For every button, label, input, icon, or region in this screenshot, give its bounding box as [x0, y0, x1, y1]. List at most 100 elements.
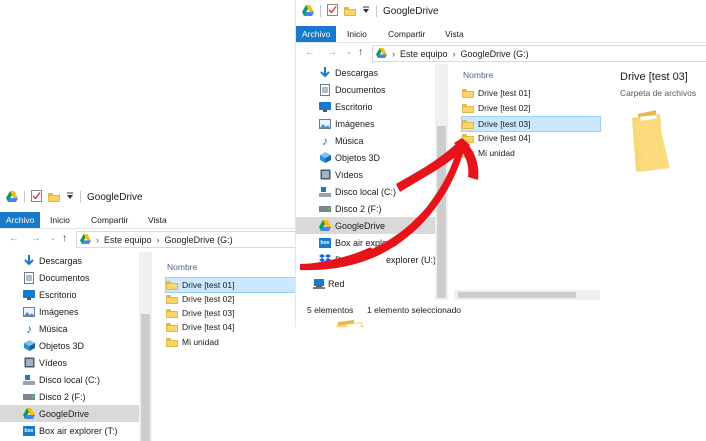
nav-item-musica[interactable]: ♪ Música — [0, 320, 139, 337]
breadcrumb-separator: › — [156, 234, 160, 245]
tab-compartir[interactable]: Compartir — [91, 212, 128, 228]
recent-locations-icon[interactable]: ⌄ — [50, 230, 56, 248]
breadcrumb-este-equipo[interactable]: Este equipo — [104, 235, 152, 245]
tab-inicio[interactable]: Inicio — [50, 212, 70, 228]
pictures-icon — [23, 306, 35, 318]
back-button[interactable]: ← — [305, 44, 315, 62]
file-name: Mi unidad — [478, 148, 515, 158]
file-item[interactable]: Drive [test 03] — [166, 306, 234, 320]
breadcrumb-googledrive[interactable]: GoogleDrive (G:) — [165, 235, 233, 245]
network-icon — [313, 278, 325, 290]
file-item[interactable]: Drive [test 03] — [461, 116, 601, 132]
forward-button[interactable]: → — [31, 230, 41, 248]
breadcrumb-separator: › — [452, 48, 456, 59]
nav-item-videos[interactable]: Vídeos — [296, 166, 435, 183]
folder-icon — [462, 133, 474, 143]
file-item[interactable]: Mi unidad — [462, 146, 515, 160]
forward-button[interactable]: → — [327, 44, 337, 62]
up-button[interactable]: ↑ — [358, 44, 363, 62]
file-item[interactable]: Drive [test 04] — [462, 131, 530, 145]
pictures-icon — [319, 118, 331, 130]
box-icon: box — [319, 237, 331, 248]
column-header-nombre[interactable]: Nombre — [463, 70, 493, 80]
file-item[interactable]: Drive [test 01] — [462, 86, 530, 100]
nav-pane-scrollbar[interactable] — [435, 64, 448, 300]
ribbon: Archivo Inicio Compartir Vista — [0, 212, 296, 229]
back-button[interactable]: ← — [9, 230, 19, 248]
nav-item-label: Documentos — [335, 84, 386, 95]
breadcrumb-este-equipo[interactable]: Este equipo — [400, 49, 448, 59]
music-icon: ♪ — [26, 321, 32, 336]
properties-icon[interactable] — [31, 190, 42, 204]
customize-toolbar-icon[interactable] — [66, 192, 74, 202]
nav-item-disco-local[interactable]: Disco local (C:) — [0, 371, 139, 388]
nav-item-escritorio[interactable]: Escritorio — [296, 98, 435, 115]
tab-vista[interactable]: Vista — [148, 212, 167, 228]
file-item[interactable]: Mi unidad — [166, 335, 219, 349]
nav-pane-scrollbar[interactable] — [139, 252, 152, 441]
file-name: Mi unidad — [182, 337, 219, 347]
file-item[interactable]: Drive [test 02] — [462, 101, 530, 115]
nav-item-objetos-3d[interactable]: Objetos 3D — [296, 149, 435, 166]
nav-item-documentos[interactable]: Documentos — [296, 81, 435, 98]
new-folder-icon[interactable] — [48, 192, 60, 202]
nav-item-disco-2[interactable]: Disco 2 (F:) — [296, 200, 435, 217]
new-folder-icon[interactable] — [344, 6, 356, 16]
explorer-window-back: GoogleDrive Archivo Inicio Compartir Vis… — [0, 186, 296, 441]
nav-item-descargas[interactable]: Descargas — [0, 252, 139, 269]
recent-locations-icon[interactable]: ⌄ — [346, 44, 352, 62]
up-button[interactable]: ↑ — [62, 230, 67, 248]
nav-item-escritorio[interactable]: Escritorio — [0, 286, 139, 303]
file-item[interactable]: Drive [test 02] — [166, 292, 234, 306]
tab-compartir[interactable]: Compartir — [388, 26, 425, 42]
nav-item-documentos[interactable]: Documentos — [0, 269, 139, 286]
nav-item-label: GoogleDrive — [335, 220, 386, 231]
address-bar[interactable]: › Este equipo › GoogleDrive (G:) — [372, 45, 706, 62]
file-list-h-scrollbar[interactable] — [454, 290, 600, 300]
properties-icon[interactable] — [327, 4, 338, 18]
preview-title: Drive [test 03] — [620, 71, 688, 83]
tab-archivo[interactable]: Archivo — [0, 212, 41, 228]
customize-toolbar-icon[interactable] — [362, 6, 370, 16]
nav-item-red[interactable]: Red — [296, 275, 435, 292]
nav-item-label-start: Drop — [335, 254, 355, 265]
nav-item-box[interactable]: box Box air explorer — [296, 234, 435, 251]
nav-item-musica[interactable]: ♪ Música — [296, 132, 435, 149]
google-drive-icon — [376, 47, 387, 60]
scrollbar-thumb[interactable] — [141, 314, 150, 441]
nav-item-disco-local[interactable]: Disco local (C:) — [296, 183, 435, 200]
file-item[interactable]: Drive [test 01] — [165, 277, 296, 293]
file-item[interactable]: Drive [test 04] — [166, 320, 234, 334]
local-disk-icon — [23, 374, 35, 386]
nav-item-box[interactable]: box Box air explorer (T:) — [0, 422, 139, 439]
scrollbar-thumb[interactable] — [437, 126, 446, 298]
videos-icon — [319, 169, 331, 181]
column-header-nombre[interactable]: Nombre — [167, 262, 197, 272]
dropbox-icon — [319, 254, 331, 266]
separator — [80, 191, 81, 203]
nav-item-disco-2[interactable]: Disco 2 (F:) — [0, 388, 139, 405]
address-bar[interactable]: › Este equipo › GoogleDrive (G:) — [76, 231, 296, 248]
nav-item-objetos-3d[interactable]: Objetos 3D — [0, 337, 139, 354]
google-drive-icon — [6, 190, 18, 204]
folder-drag-icon — [334, 318, 382, 327]
google-drive-icon — [23, 408, 35, 420]
nav-item-imagenes[interactable]: Imágenes — [0, 303, 139, 320]
nav-item-descargas[interactable]: Descargas — [296, 64, 435, 81]
tab-inicio[interactable]: Inicio — [347, 26, 367, 42]
tab-archivo[interactable]: Archivo — [296, 26, 337, 42]
file-name: Drive [test 04] — [182, 322, 235, 332]
folder-icon — [462, 119, 474, 129]
nav-item-googledrive[interactable]: GoogleDrive — [296, 217, 435, 234]
nav-item-videos[interactable]: Vídeos — [0, 354, 139, 371]
preview-subtitle: Carpeta de archivos — [620, 88, 697, 98]
folder-icon — [166, 308, 178, 318]
nav-item-label: Red — [328, 278, 345, 289]
nav-item-imagenes[interactable]: Imágenes — [296, 115, 435, 132]
tab-vista[interactable]: Vista — [445, 26, 464, 42]
download-icon — [23, 255, 35, 267]
scrollbar-thumb[interactable] — [458, 292, 576, 298]
nav-item-googledrive[interactable]: GoogleDrive — [0, 405, 139, 422]
breadcrumb-googledrive[interactable]: GoogleDrive (G:) — [461, 49, 529, 59]
nav-item-dropbox[interactable]: Drop explorer (U:) — [296, 251, 435, 268]
